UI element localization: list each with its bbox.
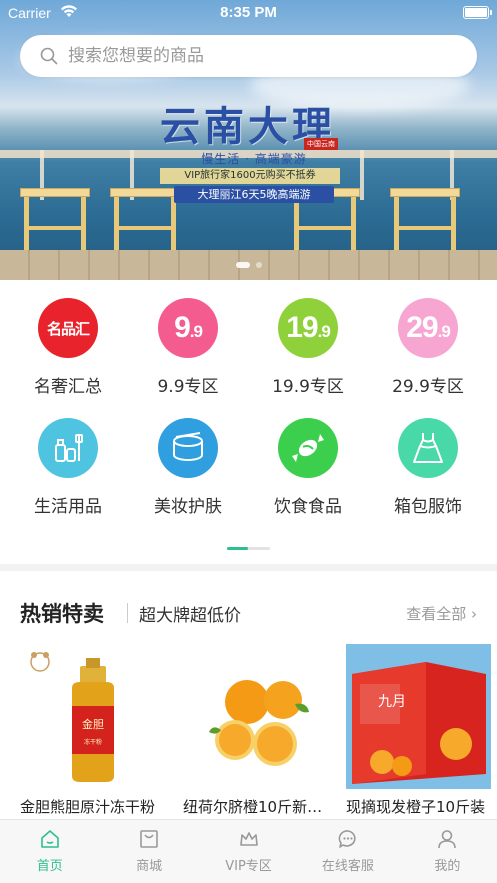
tab-home[interactable]: 首页 [0, 820, 99, 883]
product-name: 金胆熊胆原汁冻干粉 [20, 798, 156, 816]
hot-sales-section: 热销特卖 超大牌超低价 查看全部 › 金胆 冻干粉 金胆熊胆原汁冻干粉 纽荷尔脐… [0, 571, 497, 819]
category-label: 饮食食品 [274, 497, 342, 517]
user-icon [438, 830, 457, 849]
category-grid: 名品汇 名奢汇总 9.9 9.9专区 19.9 19.9专区 29.9 29.9… [0, 280, 497, 564]
category-label: 生活用品 [34, 497, 102, 517]
home-icon [40, 830, 59, 848]
price-9-9-icon: 9.9 [158, 298, 218, 358]
tab-bar: 首页 商城 VIP专区 在线客服 我的 [0, 819, 497, 883]
tab-label: 我的 [434, 859, 461, 874]
price-badge-decimal: .9 [189, 322, 203, 341]
category-food[interactable]: 饮食食品 [248, 400, 368, 517]
search-bar[interactable] [20, 35, 477, 77]
category-luxury[interactable]: 名品汇 名奢汇总 [8, 280, 128, 397]
category-19-9[interactable]: 19.9 19.9专区 [248, 280, 368, 397]
svg-text:金胆: 金胆 [82, 717, 104, 731]
banner-tour-line: 大理丽江6天5晚高端游 [174, 186, 334, 203]
price-badge: 29.9 [406, 311, 451, 345]
banner-subtitle: 慢生活 · 高端豪游 [201, 152, 307, 166]
price-badge-decimal: .9 [317, 322, 331, 341]
category-label: 名奢汇总 [34, 377, 102, 397]
category-29-9[interactable]: 29.9 29.9专区 [368, 280, 488, 397]
battery-icon [463, 6, 492, 19]
banner-stool [390, 188, 460, 250]
price-badge-main: 29 [406, 311, 438, 344]
category-label: 9.9专区 [157, 377, 219, 397]
divider [127, 603, 128, 623]
category-9-9[interactable]: 9.9 9.9专区 [128, 280, 248, 397]
tab-label: 首页 [36, 859, 63, 874]
category-daily-goods[interactable]: 生活用品 [8, 400, 128, 517]
chat-icon [338, 830, 356, 848]
price-badge-main: 19 [286, 311, 318, 344]
cosmetics-jar-icon-glyph [173, 432, 203, 461]
banner-origin-tag: 中国云南 [304, 138, 338, 150]
price-29-9-icon: 29.9 [398, 298, 458, 358]
candy-icon-glyph [292, 434, 324, 462]
tab-vip[interactable]: VIP专区 [199, 820, 298, 883]
price-badge: 19.9 [286, 311, 331, 345]
status-bar: Carrier 8:35 PM [0, 0, 497, 26]
price-badge-main: 9 [174, 311, 191, 344]
tab-shop[interactable]: 商城 [99, 820, 198, 883]
banner-promo-text: 云南大理 中国云南 慢生活 · 高端豪游 VIP旅行家1600元购买不抵券 大理… [146, 88, 352, 206]
tab-customer-service[interactable]: 在线客服 [298, 820, 397, 883]
search-input[interactable] [68, 35, 458, 77]
svg-text:九月: 九月 [378, 694, 406, 710]
product-card[interactable]: 九月 现摘现发橙子10斤装 [346, 644, 491, 819]
toiletries-icon [38, 418, 98, 478]
category-label: 29.9专区 [392, 377, 464, 397]
banner-stool [20, 188, 90, 250]
category-label: 19.9专区 [272, 377, 344, 397]
clock: 8:35 PM [220, 4, 277, 21]
banner-railing-post [360, 150, 364, 200]
banner-dot[interactable] [255, 262, 262, 268]
product-image-oranges [183, 644, 328, 789]
category-pager [227, 547, 270, 550]
product-image-bear-bile: 金胆 冻干粉 [20, 644, 165, 789]
dress-icon-glyph [413, 433, 443, 463]
toiletries-icon-glyph [55, 434, 83, 462]
product-card[interactable]: 金胆 冻干粉 金胆熊胆原汁冻干粉 [20, 644, 165, 819]
hot-sales-header: 热销特卖 超大牌超低价 查看全部 › [0, 571, 497, 643]
tab-label: 商城 [136, 859, 163, 874]
tab-me[interactable]: 我的 [398, 820, 497, 883]
category-beauty[interactable]: 美妆护肤 [128, 400, 248, 517]
svg-text:冻干粉: 冻干粉 [84, 738, 102, 746]
section-subtitle: 超大牌超低价 [139, 606, 241, 626]
luxury-badge-text: 名品汇 [46, 319, 90, 338]
product-card[interactable]: 纽荷尔脐橙10斤新鲜水果 [183, 644, 333, 819]
search-icon [40, 47, 58, 65]
view-all-link[interactable]: 查看全部 › [406, 603, 477, 624]
price-badge: 9.9 [174, 311, 203, 345]
crown-icon [239, 832, 258, 846]
product-name: 现摘现发橙子10斤装 [346, 798, 486, 816]
banner-vip-line: VIP旅行家1600元购买不抵券 [160, 168, 340, 184]
category-bags-apparel[interactable]: 箱包服饰 [368, 400, 488, 517]
cosmetics-jar-icon [158, 418, 218, 478]
candy-icon [278, 418, 338, 478]
price-19-9-icon: 19.9 [278, 298, 338, 358]
shop-bag-icon [140, 830, 158, 848]
banner-pagination [0, 262, 497, 268]
dress-icon [398, 418, 458, 478]
banner-dot-active[interactable] [235, 262, 250, 268]
luxury-icon: 名品汇 [38, 298, 98, 358]
category-label: 箱包服饰 [394, 497, 462, 517]
section-title: 热销特卖 [20, 602, 104, 626]
tab-label: 在线客服 [321, 859, 374, 874]
price-badge-decimal: .9 [437, 322, 451, 341]
product-image-gift-box: 九月 [346, 644, 491, 789]
category-pager-active [227, 547, 248, 550]
tab-label: VIP专区 [225, 859, 272, 874]
category-label: 美妆护肤 [154, 497, 222, 517]
product-name: 纽荷尔脐橙10斤新鲜水果 [183, 798, 333, 816]
